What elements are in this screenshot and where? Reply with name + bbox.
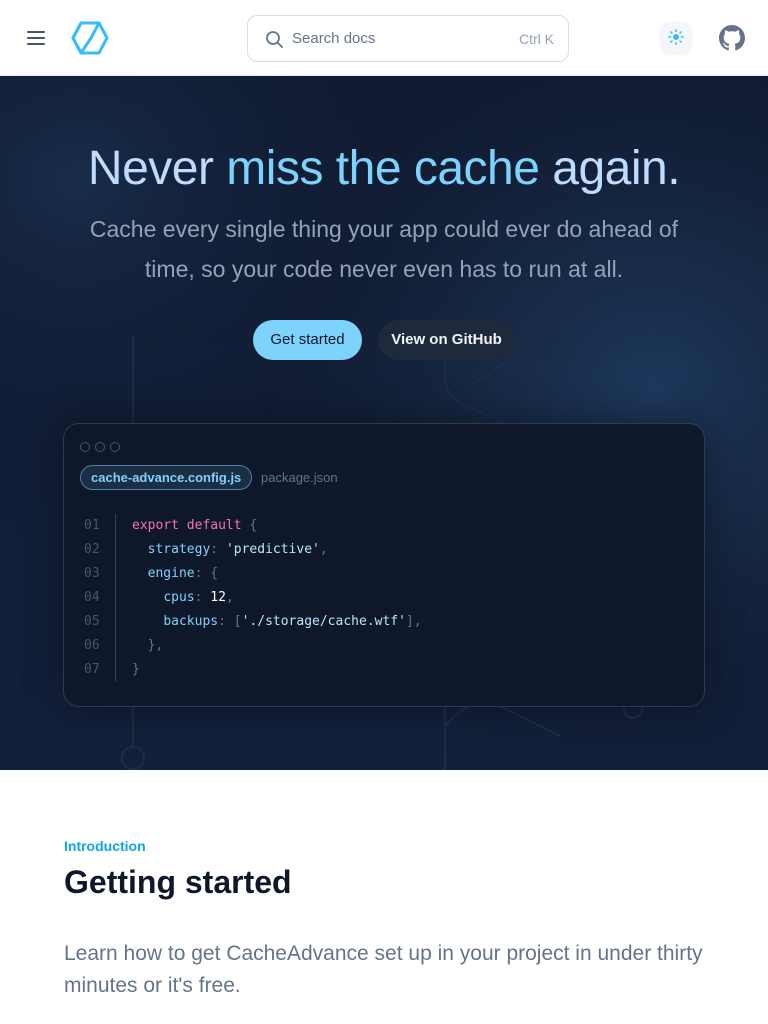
top-header: Search docs Ctrl K bbox=[0, 0, 768, 76]
get-started-button[interactable]: Get started bbox=[253, 320, 362, 360]
search-placeholder: Search docs bbox=[292, 30, 376, 47]
logo-icon[interactable] bbox=[71, 21, 109, 55]
tab-config-file[interactable]: cache-advance.config.js bbox=[80, 465, 253, 490]
lead-paragraph: Learn how to get CacheAdvance set up in … bbox=[64, 942, 703, 997]
window-dot bbox=[110, 442, 120, 452]
hero-title: Never miss the cache again. bbox=[87, 142, 681, 195]
code-window: cache-advance.config.js package.json 01 … bbox=[63, 423, 705, 707]
menu-icon[interactable] bbox=[24, 26, 48, 50]
section-eyebrow: Introduction bbox=[64, 838, 146, 854]
hero-subtitle: Cache every single thing your app could … bbox=[89, 216, 679, 282]
hero-section: Never miss the cache again. Cache every … bbox=[0, 76, 768, 770]
sun-icon bbox=[668, 29, 684, 45]
view-on-github-button[interactable]: View on GitHub bbox=[378, 320, 515, 360]
tab-package-json[interactable]: package.json bbox=[261, 470, 338, 485]
theme-toggle-button[interactable] bbox=[661, 22, 691, 52]
window-dots bbox=[80, 439, 125, 457]
search-icon bbox=[266, 31, 283, 48]
main-content: Introduction Getting started Learn how t… bbox=[0, 770, 768, 1024]
github-icon[interactable] bbox=[719, 25, 745, 51]
search-input[interactable]: Search docs Ctrl K bbox=[247, 15, 569, 62]
line-numbers: 01 02 03 04 05 06 07 bbox=[84, 514, 116, 682]
window-dot bbox=[80, 442, 90, 452]
code-block: export default { strategy: 'predictive',… bbox=[132, 518, 422, 677]
page-title: Getting started bbox=[64, 864, 292, 900]
search-shortcut: Ctrl K bbox=[519, 31, 554, 47]
window-dot bbox=[95, 442, 105, 452]
